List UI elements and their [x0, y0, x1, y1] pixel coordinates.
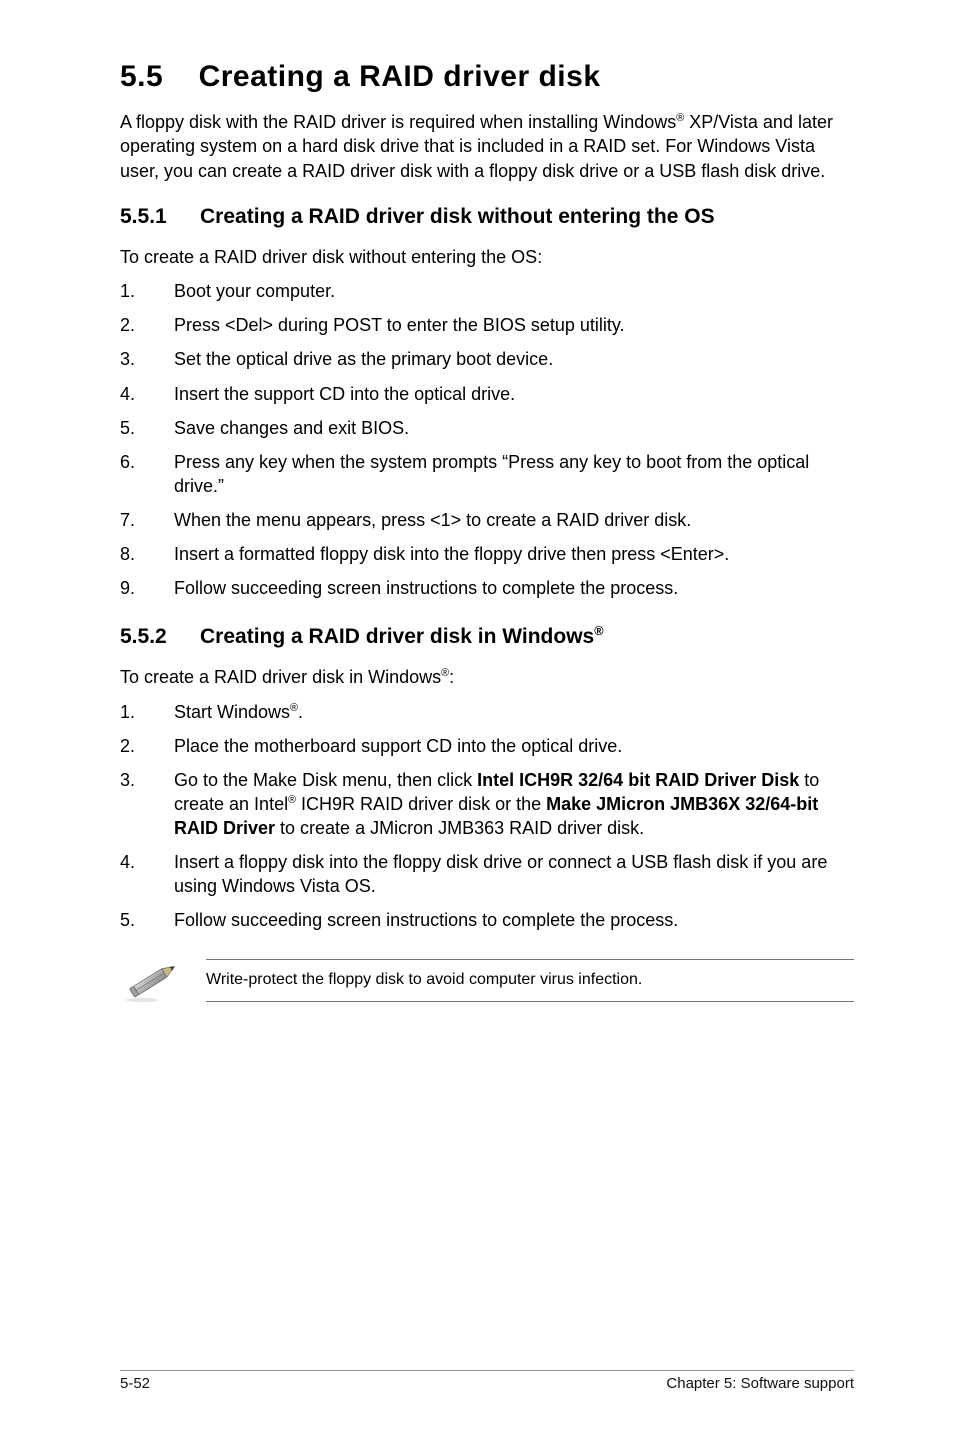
footer-page-number: 5-52 [120, 1375, 150, 1392]
subsection-1-title: Creating a RAID driver disk without ente… [200, 205, 715, 228]
section-number: 5.5 [120, 60, 163, 93]
subsection-2-steps: Start Windows®. Place the motherboard su… [120, 700, 854, 933]
subsection-1-heading: 5.5.1Creating a RAID driver disk without… [120, 205, 854, 229]
subsection-1-number: 5.5.1 [120, 205, 200, 229]
section-title-text: Creating a RAID driver disk [199, 60, 601, 93]
footer-chapter: Chapter 5: Software support [666, 1375, 854, 1392]
list-item: Insert the support CD into the optical d… [120, 382, 854, 406]
list-item: Press <Del> during POST to enter the BIO… [120, 313, 854, 337]
section-heading: 5.5 Creating a RAID driver disk [120, 60, 854, 94]
pencil-icon [122, 956, 180, 1004]
subsection-1-steps: Boot your computer. Press <Del> during P… [120, 279, 854, 600]
subsection-2-heading: 5.5.2Creating a RAID driver disk in Wind… [120, 624, 854, 649]
subsection-1-lead: To create a RAID driver disk without ent… [120, 245, 854, 269]
list-item: Start Windows®. [120, 700, 854, 724]
list-item: Follow succeeding screen instructions to… [120, 908, 854, 932]
list-item: Save changes and exit BIOS. [120, 416, 854, 440]
list-item: Insert a formatted floppy disk into the … [120, 542, 854, 566]
list-item: When the menu appears, press <1> to crea… [120, 508, 854, 532]
note-block: Write-protect the floppy disk to avoid c… [122, 956, 854, 1004]
list-item: Press any key when the system prompts “P… [120, 450, 854, 498]
list-item: Follow succeeding screen instructions to… [120, 576, 854, 600]
list-item: Boot your computer. [120, 279, 854, 303]
list-item: Set the optical drive as the primary boo… [120, 347, 854, 371]
subsection-2-title: Creating a RAID driver disk in Windows® [200, 625, 604, 648]
list-item: Place the motherboard support CD into th… [120, 734, 854, 758]
note-text: Write-protect the floppy disk to avoid c… [206, 970, 854, 991]
list-item: Insert a floppy disk into the floppy dis… [120, 850, 854, 898]
note-text-container: Write-protect the floppy disk to avoid c… [206, 959, 854, 1002]
subsection-2-number: 5.5.2 [120, 625, 200, 649]
subsection-2-lead: To create a RAID driver disk in Windows®… [120, 665, 854, 689]
intro-paragraph: A floppy disk with the RAID driver is re… [120, 110, 854, 183]
page-footer: 5-52 Chapter 5: Software support [120, 1370, 854, 1392]
list-item: Go to the Make Disk menu, then click Int… [120, 768, 854, 840]
